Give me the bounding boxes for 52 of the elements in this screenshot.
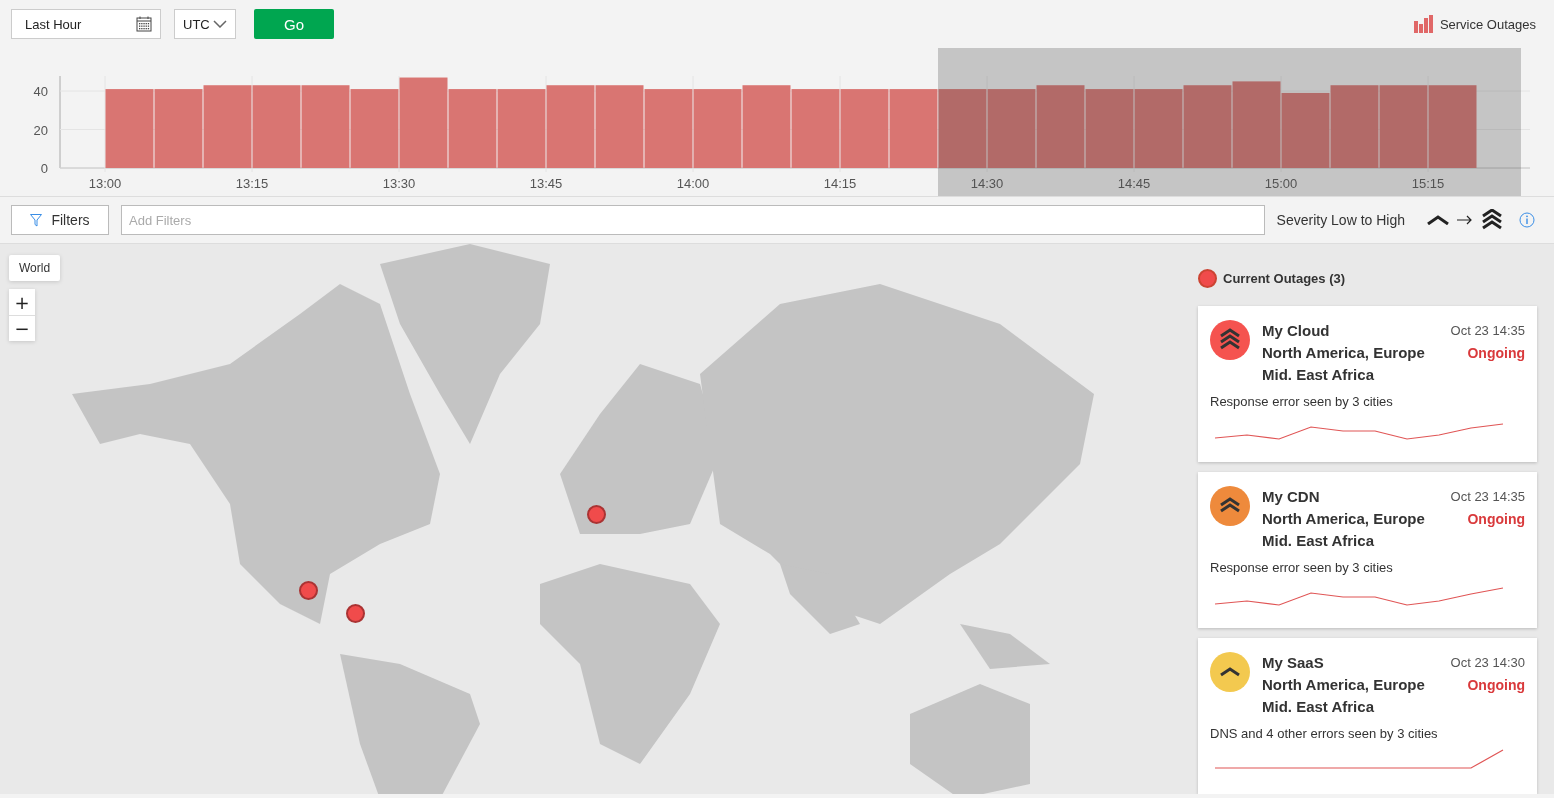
service-name: My SaaS (1262, 653, 1325, 673)
outage-summary: DNS and 4 other errors seen by 3 cities (1210, 726, 1439, 741)
region-list: North America, Europe (1262, 674, 1425, 696)
zoom-in-button[interactable]: + (9, 289, 35, 315)
axis-label: 14:15 (823, 176, 857, 191)
axis-label: 14:45 (1117, 176, 1151, 191)
status-label: Ongoing (1466, 510, 1525, 529)
axis-label: 40 (33, 84, 48, 99)
date-range-field[interactable]: Last Hour (11, 9, 161, 39)
outage-time: Oct 23 14:35 (1450, 322, 1525, 340)
axis-label: 20 (33, 122, 48, 138)
axis-label: 15:00 (1264, 176, 1298, 191)
axis-label: 15:15 (1411, 176, 1445, 191)
severity-legend-label: Severity Low to High (1276, 212, 1405, 228)
outage-time: Oct 23 14:30 (1450, 654, 1525, 672)
region-list: North America, Europe (1262, 508, 1425, 530)
triple-chevron-icon (1481, 209, 1503, 231)
region-list: Mid. East Africa (1262, 696, 1425, 718)
status-label: Ongoing (1466, 676, 1525, 695)
chevron-up-icon (1427, 215, 1449, 225)
selection-overlay[interactable] (938, 48, 1521, 196)
timezone-dropdown[interactable]: UTC (174, 9, 236, 39)
region-list: North America, Europe (1262, 342, 1425, 364)
axis-label: 14:30 (970, 176, 1004, 191)
current-outages-heading: Current Outages (3) (1223, 270, 1346, 286)
calendar-icon (136, 16, 152, 32)
arrow-right-icon (1457, 215, 1473, 225)
filters-button[interactable]: Filters (11, 205, 109, 235)
axis-label: 14:00 (676, 176, 710, 191)
chevron-down-icon (213, 20, 227, 28)
world-button[interactable]: World (9, 255, 61, 281)
service-name: My CDN (1262, 487, 1321, 507)
service-outages-link[interactable]: Service Outages (1413, 15, 1536, 33)
region-list: Mid. East Africa (1262, 364, 1425, 386)
outage-summary: Response error seen by 3 cities (1210, 560, 1394, 575)
bar-chart-icon (1413, 15, 1434, 33)
zoom-out-button[interactable]: − (9, 315, 35, 341)
filter-field[interactable]: Add Filters (121, 205, 1265, 235)
info-icon[interactable] (1519, 212, 1535, 228)
service-name: My Cloud (1262, 321, 1331, 341)
region-list: Mid. East Africa (1262, 530, 1425, 552)
axis-label: 0 (40, 161, 48, 176)
status-label: Ongoing (1466, 344, 1525, 363)
axis-label: 13:00 (88, 176, 122, 191)
outage-dot-icon (1198, 268, 1217, 288)
outage-pin[interactable] (346, 604, 365, 623)
filter-icon (30, 213, 43, 227)
axis-label: 13:45 (529, 176, 563, 191)
outage-summary: Response error seen by 3 cities (1210, 394, 1394, 409)
outage-time: Oct 23 14:35 (1450, 488, 1525, 506)
axis-label: 13:30 (382, 176, 416, 191)
axis-label: 13:15 (235, 176, 269, 191)
